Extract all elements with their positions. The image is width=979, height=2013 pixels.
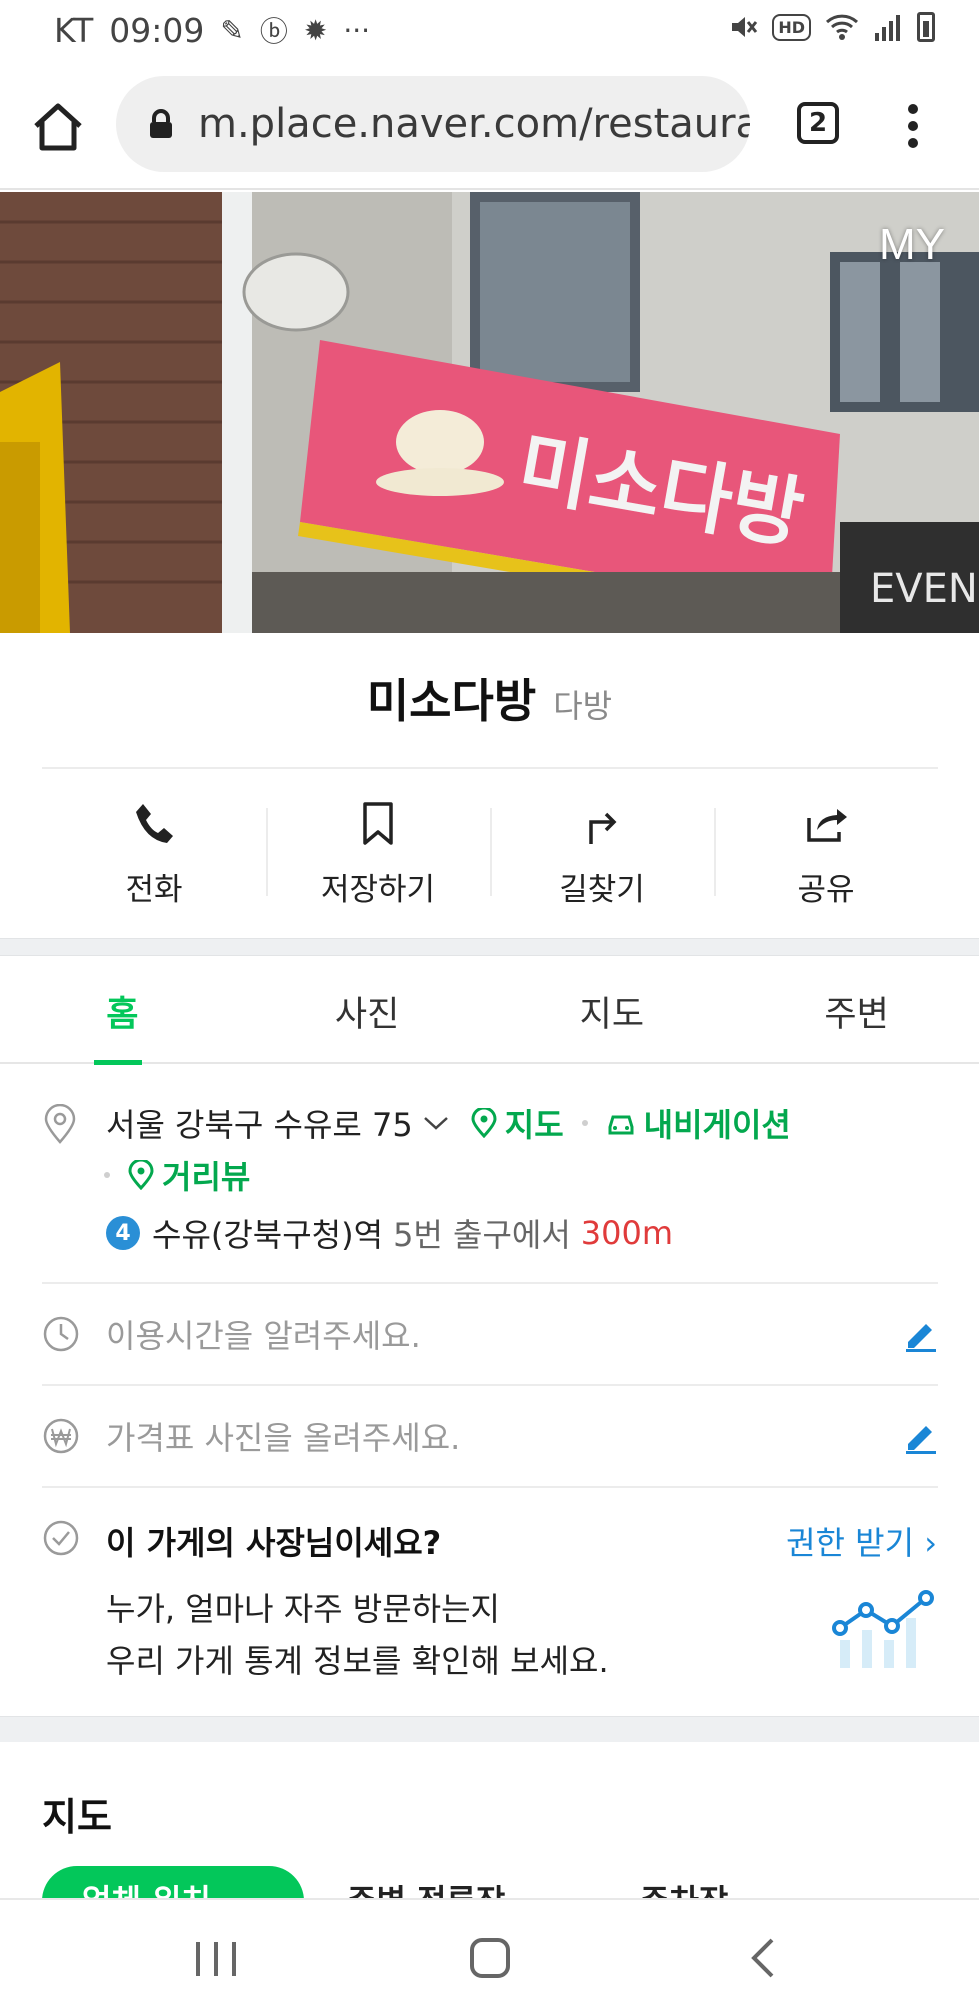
share-icon — [807, 809, 847, 842]
home-icon[interactable] — [30, 98, 86, 154]
pill-icon: ✎ — [220, 13, 244, 47]
place-title-row: 미소다방 다방 — [0, 665, 979, 731]
divider — [42, 767, 938, 769]
pencil-icon[interactable] — [902, 1316, 938, 1352]
separator-dot — [104, 1172, 110, 1178]
gear-notification-icon: ✹ — [303, 13, 328, 47]
address-text[interactable]: 서울 강북구 수유로 75 — [106, 1100, 413, 1146]
carrier-label: KT — [54, 10, 94, 50]
place-photo[interactable]: 미소다방 EVEN H MY — [0, 192, 979, 633]
street-view-line: 거리뷰 — [104, 1152, 250, 1198]
pencil-icon[interactable] — [902, 1418, 938, 1454]
mute-icon — [732, 17, 758, 37]
map-pin-icon — [471, 1108, 497, 1138]
browser-menu-icon[interactable] — [897, 98, 929, 154]
street-view-pin-icon — [128, 1160, 154, 1190]
directions-button[interactable]: 길찾기 — [490, 790, 714, 910]
hours-row[interactable]: 이용시간을 알려주세요. — [42, 1284, 938, 1384]
my-button[interactable]: MY — [879, 220, 945, 270]
street-view-label: 거리뷰 — [162, 1158, 251, 1196]
address-section: 서울 강북구 수유로 75 지도 내비게이션 거리뷰 4 수유(강북구청)역 5… — [42, 1100, 938, 1254]
clock-icon — [43, 1316, 79, 1352]
claim-ownership-link[interactable]: 권한 받기 › — [786, 1518, 937, 1564]
subway-line-badge: 4 — [106, 1216, 140, 1250]
owner-desc-line2: 우리 가게 통계 정보를 확인해 보세요. — [106, 1642, 609, 1680]
phone-icon — [136, 804, 173, 843]
home-nav-icon[interactable] — [470, 1938, 510, 1978]
check-circle-icon — [43, 1520, 79, 1556]
tab-switcher-button[interactable]: 2 — [797, 102, 839, 144]
active-tab-indicator — [94, 1060, 142, 1065]
bookmark-icon — [363, 802, 393, 845]
place-category: 다방 — [553, 687, 613, 725]
divider — [42, 1486, 938, 1488]
status-right: HD — [728, 12, 935, 42]
b-app-icon: ⓑ — [259, 15, 288, 48]
cell-signal-icon — [875, 15, 900, 41]
directions-icon — [589, 812, 617, 844]
price-placeholder: 가격표 사진을 올려주세요. — [106, 1419, 461, 1457]
map-section-heading: 지도 — [42, 1795, 112, 1839]
tab-nearby[interactable]: 주변 — [734, 956, 979, 1062]
directions-label: 길찾기 — [559, 872, 645, 908]
tab-bar: 홈 사진 지도 주변 — [0, 956, 979, 1064]
navigation-link-label: 내비게이션 — [643, 1106, 791, 1144]
svg-text:EVEN H: EVEN H — [870, 566, 979, 612]
map-link[interactable]: 지도 — [471, 1100, 564, 1146]
clock: 09:09 — [109, 10, 205, 50]
lock-icon — [150, 109, 172, 138]
call-button[interactable]: 전화 — [42, 790, 266, 910]
place-name: 미소다방 — [366, 674, 537, 728]
address-line: 서울 강북구 수유로 75 지도 내비게이션 — [106, 1100, 791, 1146]
chevron-down-icon[interactable] — [423, 1115, 449, 1131]
share-label: 공유 — [797, 872, 855, 908]
subway-exit: 5번 출구에서 — [393, 1216, 571, 1254]
section-separator — [0, 1716, 979, 1742]
tab-home[interactable]: 홈 — [0, 956, 245, 1062]
subway-distance: 300m — [580, 1214, 674, 1252]
recent-apps-icon[interactable] — [196, 1942, 236, 1976]
price-row[interactable]: 가격표 사진을 올려주세요. — [42, 1386, 938, 1486]
section-separator — [0, 938, 979, 956]
save-button[interactable]: 저장하기 — [266, 790, 490, 910]
map-link-label: 지도 — [504, 1106, 564, 1144]
battery-icon — [917, 12, 935, 42]
back-icon[interactable] — [748, 1936, 778, 1980]
url-bar[interactable]: m.place.naver.com/restaurant — [116, 76, 750, 172]
url-text[interactable]: m.place.naver.com/restaurant — [198, 101, 750, 147]
browser-toolbar: m.place.naver.com/restaurant 2 — [0, 60, 979, 190]
tab-map[interactable]: 지도 — [490, 956, 735, 1062]
status-bar: KT 09:09 ✎ ⓑ ✹ ··· HD — [0, 0, 979, 60]
tab-photos[interactable]: 사진 — [245, 956, 490, 1062]
owner-desc-line1: 누가, 얼마나 자주 방문하는지 — [106, 1590, 500, 1628]
save-label: 저장하기 — [320, 872, 436, 908]
location-pin-icon — [44, 1104, 76, 1144]
status-left: KT 09:09 ✎ ⓑ ✹ ··· — [54, 10, 370, 50]
wifi-icon — [825, 14, 859, 40]
system-nav-bar — [0, 1898, 979, 2013]
won-icon — [43, 1418, 79, 1454]
car-icon — [608, 1115, 634, 1135]
storefront-illustration: 미소다방 EVEN H — [0, 192, 979, 633]
subway-info: 4 수유(강북구청)역 5번 출구에서 300m — [106, 1210, 673, 1256]
more-notifications-icon: ··· — [343, 13, 371, 47]
separator-dot — [581, 1120, 588, 1126]
share-button[interactable]: 공유 — [714, 790, 938, 910]
hd-voice-icon: HD — [772, 13, 811, 41]
street-view-link[interactable]: 거리뷰 — [128, 1152, 250, 1198]
owner-title: 이 가게의 사장님이세요? — [106, 1524, 442, 1562]
statistics-chart-icon — [832, 1590, 934, 1668]
call-label: 전화 — [125, 872, 183, 908]
action-bar: 전화 저장하기 길찾기 공유 — [42, 790, 938, 910]
navigation-link[interactable]: 내비게이션 — [606, 1100, 791, 1146]
hours-placeholder: 이용시간을 알려주세요. — [106, 1317, 421, 1355]
subway-station: 수유(강북구청)역 — [152, 1216, 384, 1254]
